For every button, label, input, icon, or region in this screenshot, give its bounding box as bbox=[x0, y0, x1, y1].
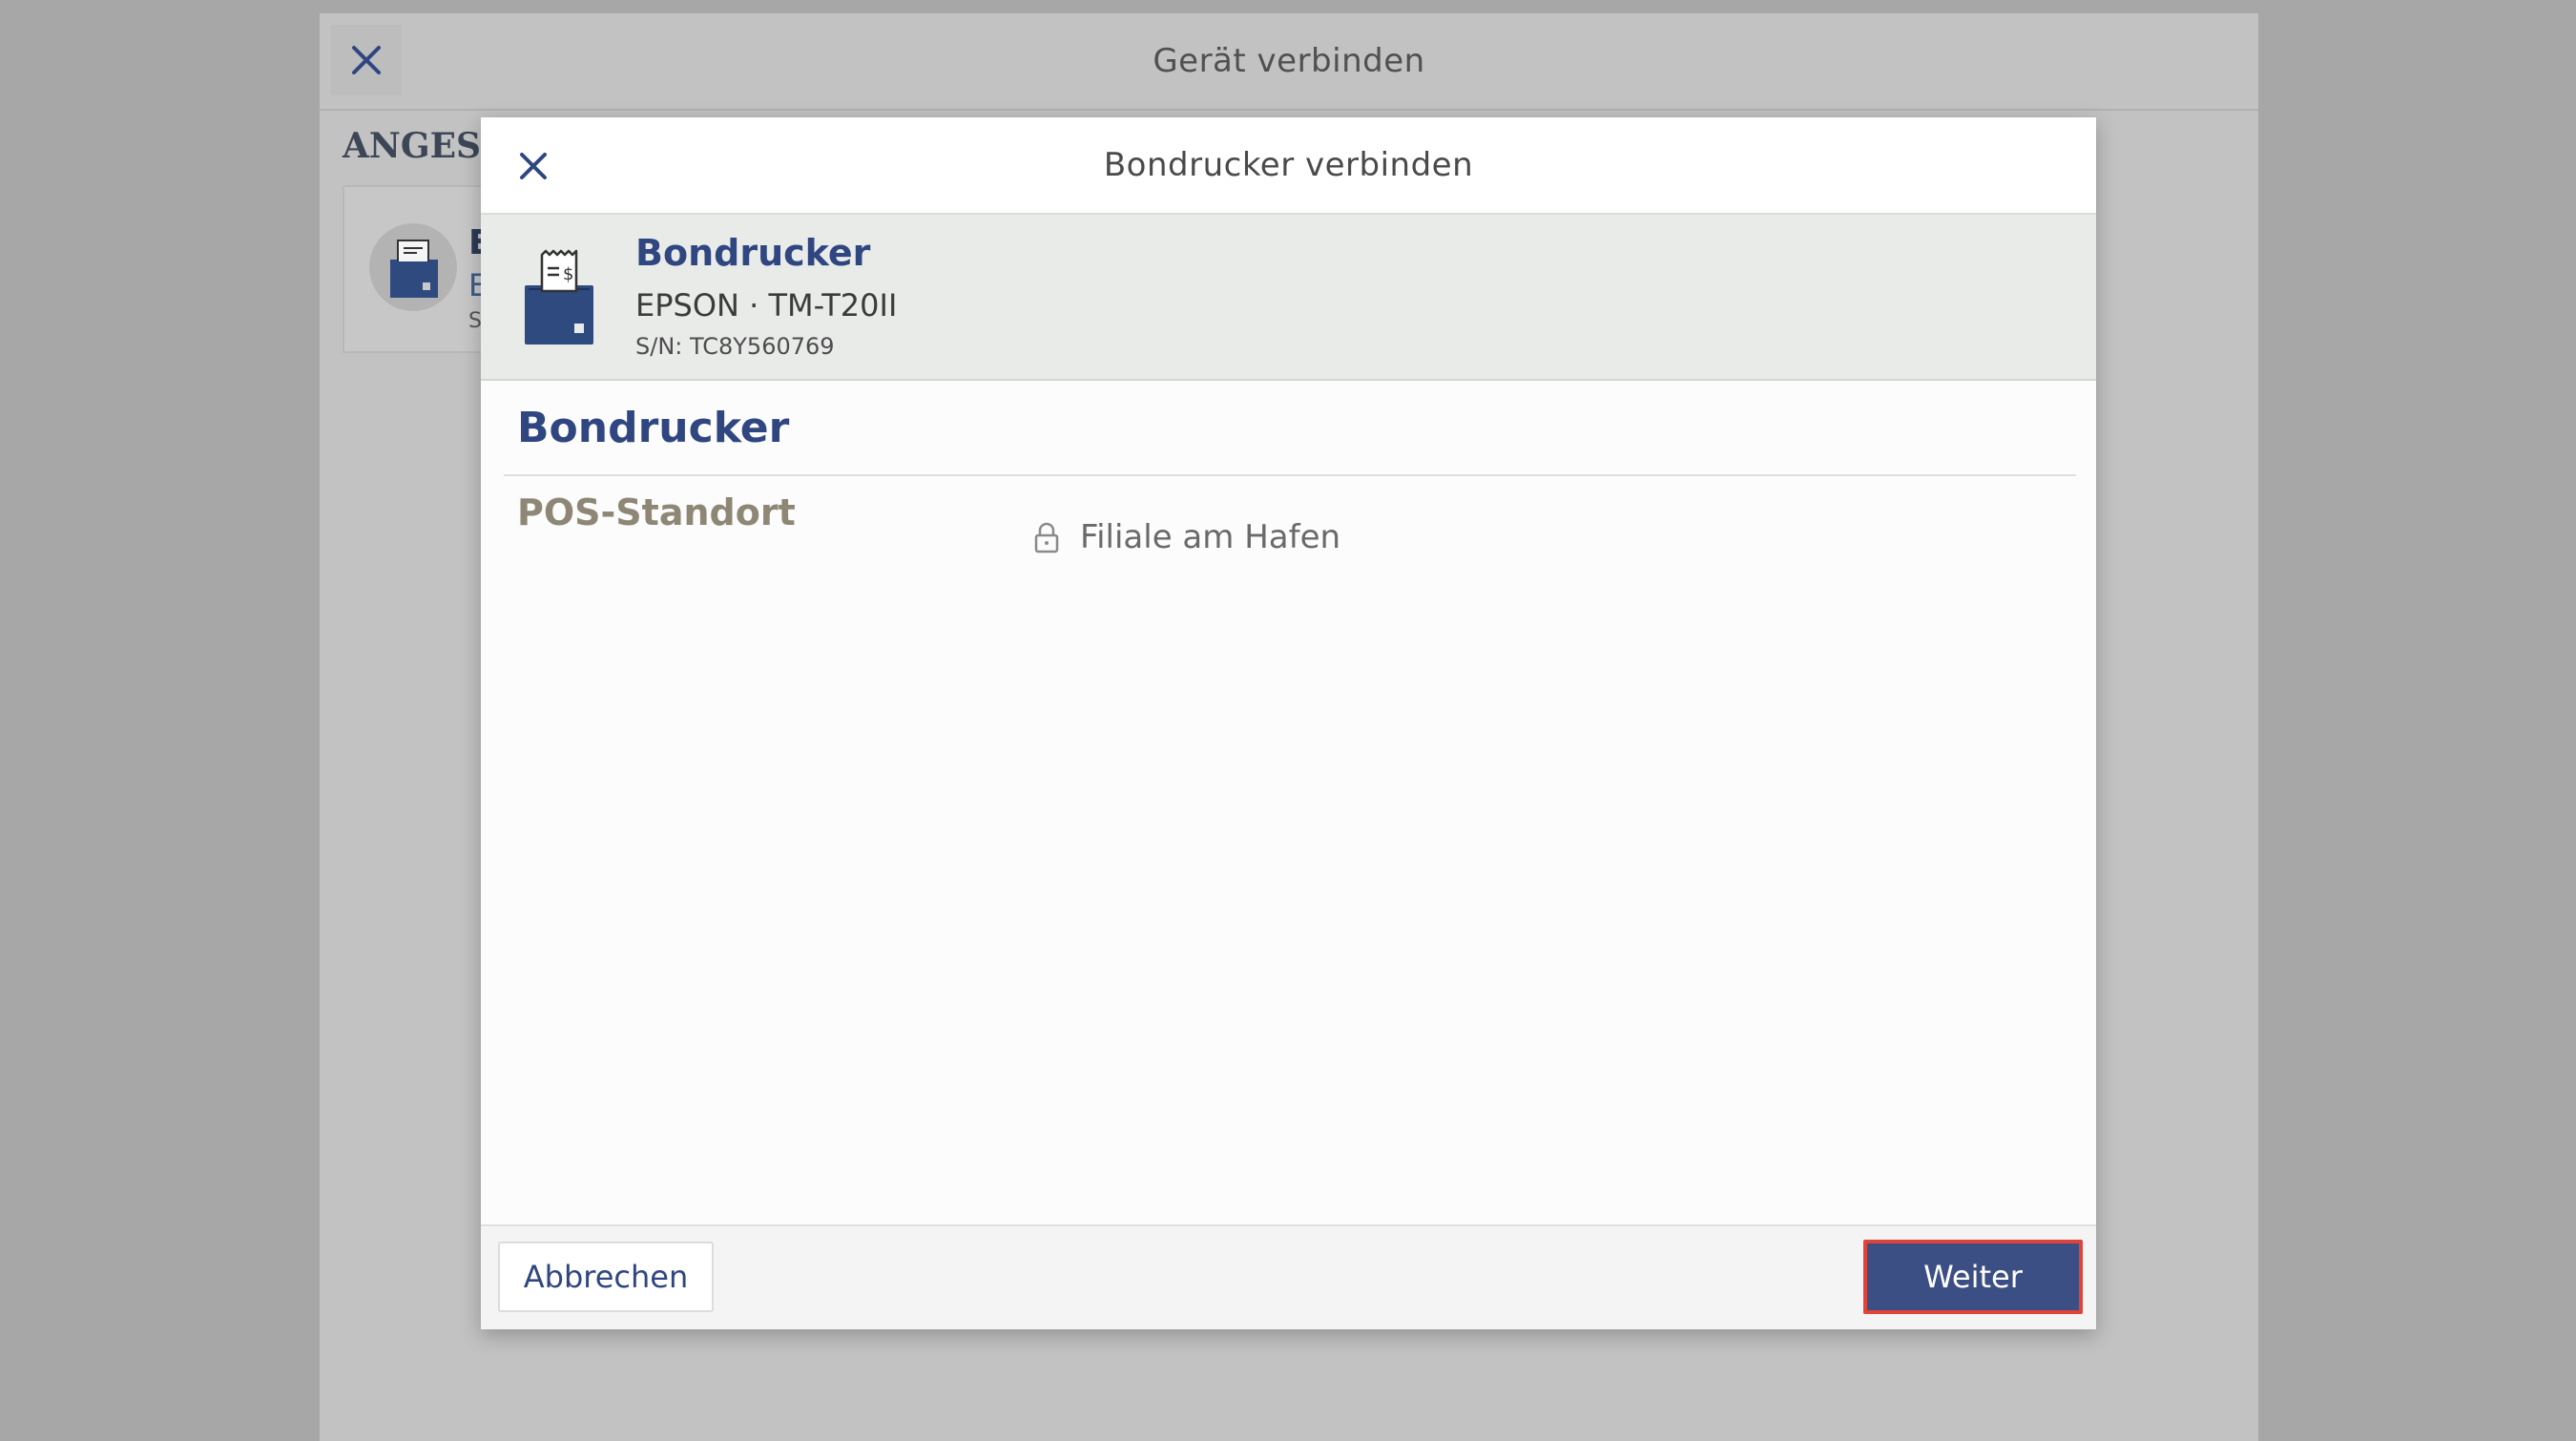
cancel-button[interactable]: Abbrechen bbox=[498, 1242, 714, 1312]
connect-printer-dialog: Bondrucker verbinden $ Bondrucker EPSON … bbox=[481, 117, 2096, 1329]
receipt-printer-icon: $ bbox=[525, 249, 593, 345]
background-dialog-title: Gerät verbinden bbox=[1153, 42, 1425, 80]
section-divider bbox=[504, 474, 2076, 476]
section-heading: Bondrucker bbox=[517, 404, 790, 452]
lock-icon bbox=[1034, 522, 1059, 553]
device-name: Bondrucker bbox=[635, 232, 871, 274]
device-summary: $ Bondrucker EPSON · TM-T20II S/N: TC8Y5… bbox=[481, 215, 2096, 381]
background-close-button[interactable] bbox=[331, 25, 402, 95]
background-card-meta: S bbox=[468, 309, 482, 333]
pos-location-text: Filiale am Hafen bbox=[1080, 518, 1341, 556]
device-serial: S/N: TC8Y560769 bbox=[635, 333, 835, 360]
close-icon bbox=[520, 153, 547, 179]
background-dialog-header: Gerät verbinden bbox=[320, 13, 2258, 111]
receipt-printer-icon bbox=[369, 223, 457, 311]
dialog-footer: Abbrechen Weiter bbox=[481, 1224, 2096, 1329]
dialog-close-button[interactable] bbox=[506, 138, 561, 194]
dialog-header: Bondrucker verbinden bbox=[481, 117, 2096, 215]
next-button[interactable]: Weiter bbox=[1863, 1240, 2083, 1314]
pos-location-value: Filiale am Hafen bbox=[1032, 518, 1340, 556]
svg-text:$: $ bbox=[563, 264, 573, 284]
dialog-title: Bondrucker verbinden bbox=[1103, 146, 1474, 184]
device-model: EPSON · TM-T20II bbox=[635, 287, 898, 324]
close-icon bbox=[352, 46, 381, 74]
pos-location-label: POS-Standort bbox=[517, 491, 796, 533]
